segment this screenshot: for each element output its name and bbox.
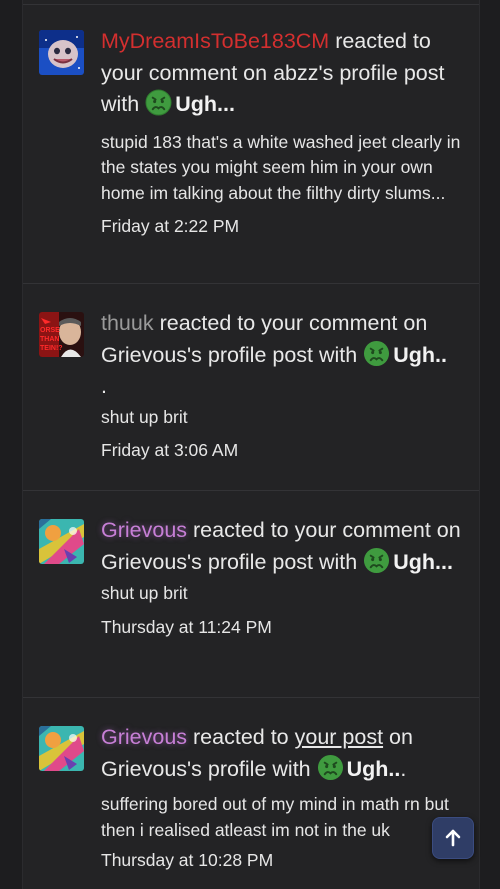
alerts-list: MyDreamIsToBe183CM reacted to your comme… <box>22 0 480 889</box>
alert-body: Grievous reacted to your comment on Grie… <box>101 515 471 639</box>
alert-snippet: stupid 183 that's a white washed jeet cl… <box>101 131 461 203</box>
alert-time[interactable]: Friday at 3:06 AM <box>101 438 471 462</box>
svg-text:THAN: THAN <box>40 336 59 343</box>
reaction-label: Ugh.. <box>346 756 401 781</box>
alert-item[interactable]: Grievous reacted to your comment on Grie… <box>23 491 479 698</box>
alert-text: reacted to <box>187 725 295 749</box>
reaction-label: Ugh.. <box>393 342 447 367</box>
nauseated-face-icon <box>145 89 172 116</box>
reaction-label: Ugh... <box>175 92 235 116</box>
trailing-dot: . <box>400 756 407 781</box>
nauseated-face-icon <box>317 754 343 780</box>
avatar[interactable] <box>39 519 84 564</box>
alert-time[interactable]: Thursday at 11:24 PM <box>101 615 471 639</box>
username-link[interactable]: Grievous <box>101 725 187 749</box>
alert-headline: Grievous reacted to your comment on Grie… <box>101 515 471 578</box>
your-post-link[interactable]: your post <box>295 725 383 749</box>
alert-headline: Grievous reacted to your post on Grievou… <box>101 722 471 785</box>
avatar[interactable]: ORSE THAN TEIN!? <box>39 312 84 357</box>
alert-headline: thuuk reacted to your comment on Grievou… <box>101 308 471 403</box>
reaction: Ugh.. <box>363 340 447 367</box>
alert-snippet: suffering bored out of my mind in math r… <box>101 794 449 840</box>
username-link[interactable]: MyDreamIsToBe183CM <box>101 29 329 53</box>
nauseated-face-icon <box>364 547 390 573</box>
alert-item[interactable]: ORSE THAN TEIN!? thuuk reacted to your c… <box>23 284 479 491</box>
alert-body: Grievous reacted to your post on Grievou… <box>101 722 471 872</box>
alert-headline: MyDreamIsToBe183CM reacted to your comme… <box>101 26 471 121</box>
username-link[interactable]: thuuk <box>101 311 154 335</box>
alert-item[interactable]: MyDreamIsToBe183CM reacted to your comme… <box>23 4 479 284</box>
alert-time[interactable]: Thursday at 10:28 PM <box>101 848 471 872</box>
scroll-to-top-button[interactable] <box>432 817 474 859</box>
reaction: Ugh.. <box>317 754 401 781</box>
trailing-dot: . <box>101 374 107 398</box>
alert-snippet: shut up brit <box>101 406 188 427</box>
arrow-up-icon <box>445 829 461 847</box>
svg-text:TEIN!?: TEIN!? <box>40 345 63 352</box>
nauseated-face-icon <box>364 340 390 366</box>
username-link[interactable]: Grievous <box>101 518 187 542</box>
reaction-label: Ugh... <box>393 549 453 574</box>
avatar[interactable] <box>39 30 84 75</box>
alert-snippet: shut up brit <box>101 583 188 603</box>
reaction: Ugh... <box>363 547 453 574</box>
avatar[interactable] <box>39 726 84 771</box>
alert-body: MyDreamIsToBe183CM reacted to your comme… <box>101 26 471 238</box>
reaction: Ugh... <box>145 89 235 116</box>
alert-item[interactable]: Grievous reacted to your post on Grievou… <box>23 698 479 889</box>
alert-time[interactable]: Friday at 2:22 PM <box>101 214 471 238</box>
alert-body: thuuk reacted to your comment on Grievou… <box>101 308 471 462</box>
svg-text:ORSE: ORSE <box>40 327 60 334</box>
